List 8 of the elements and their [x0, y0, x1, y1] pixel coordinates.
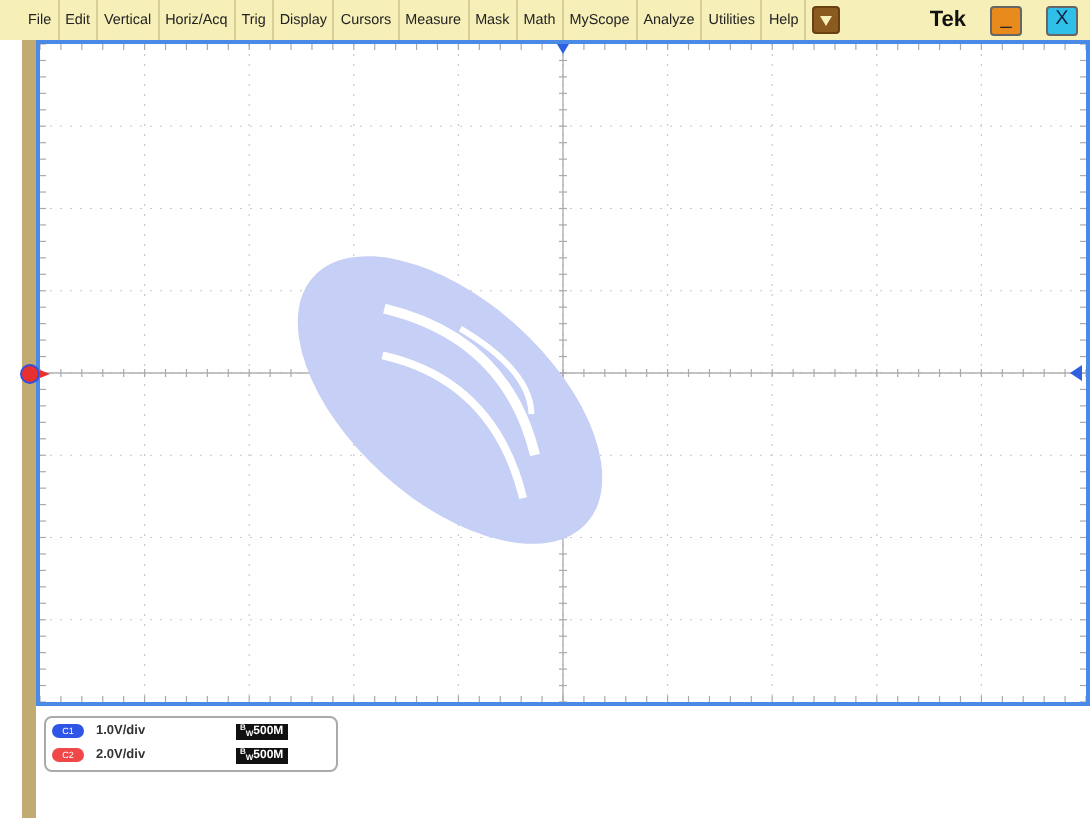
minimize-button[interactable]: _ [990, 5, 1022, 35]
brand-logo: Tek [929, 5, 966, 36]
caret-icon [820, 15, 833, 25]
trigger-position-marker-icon [557, 44, 569, 54]
trigger-level-marker-icon[interactable] [1070, 365, 1082, 381]
close-button[interactable]: X [1046, 5, 1078, 35]
dropdown-button[interactable] [812, 6, 841, 34]
channel-marker-icon[interactable] [20, 363, 52, 383]
